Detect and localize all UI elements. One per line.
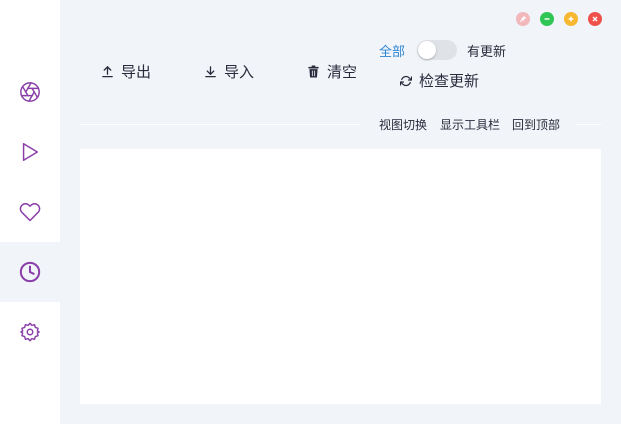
main-panel: 导出 导入 清空 全部 有更新 检查更新 视图切换 显示工具栏 回到顶部: [60, 0, 621, 424]
check-update-label: 检查更新: [419, 72, 480, 90]
content-area: [80, 149, 601, 404]
settings-icon: [20, 322, 40, 342]
window-controls: [516, 12, 602, 26]
clear-label: 清空: [327, 62, 358, 81]
clock-icon: [19, 261, 41, 283]
refresh-icon: [400, 75, 412, 86]
nav-item-aperture[interactable]: [0, 62, 60, 122]
nav-item-history[interactable]: [0, 242, 60, 302]
upload-icon: [102, 65, 113, 77]
export-label: 导出: [121, 62, 152, 81]
divider-right: [576, 124, 601, 125]
close-button[interactable]: [588, 12, 602, 26]
switch-view-link[interactable]: 视图切换: [379, 116, 427, 133]
nav-item-favorites[interactable]: [0, 182, 60, 242]
update-filter-toggle[interactable]: [417, 40, 457, 60]
check-update-button[interactable]: 检查更新: [400, 70, 479, 91]
download-icon: [205, 65, 216, 77]
maximize-button[interactable]: [564, 12, 578, 26]
filter-all-option[interactable]: 全部: [379, 41, 405, 60]
divider-left: [80, 124, 360, 125]
pin-button[interactable]: [516, 12, 530, 26]
back-to-top-link[interactable]: 回到顶部: [512, 116, 560, 133]
sidebar: [0, 0, 60, 424]
pin-icon: [519, 15, 527, 23]
play-icon: [22, 143, 39, 161]
nav-item-settings[interactable]: [0, 302, 60, 362]
minimize-icon: [544, 18, 550, 20]
export-button[interactable]: 导出: [101, 61, 151, 81]
toggle-knob: [418, 41, 436, 59]
aperture-icon: [20, 82, 40, 102]
heart-icon: [19, 203, 41, 222]
close-icon: [592, 16, 598, 22]
clear-button[interactable]: 清空: [307, 61, 357, 81]
filter-updates-option[interactable]: 有更新: [467, 41, 506, 60]
nav-item-play[interactable]: [0, 122, 60, 182]
import-button[interactable]: 导入: [204, 61, 254, 81]
minimize-button[interactable]: [540, 12, 554, 26]
show-toolbar-link[interactable]: 显示工具栏: [440, 116, 500, 133]
trash-icon: [308, 64, 319, 78]
import-label: 导入: [224, 62, 255, 81]
maximize-icon: [568, 16, 574, 22]
